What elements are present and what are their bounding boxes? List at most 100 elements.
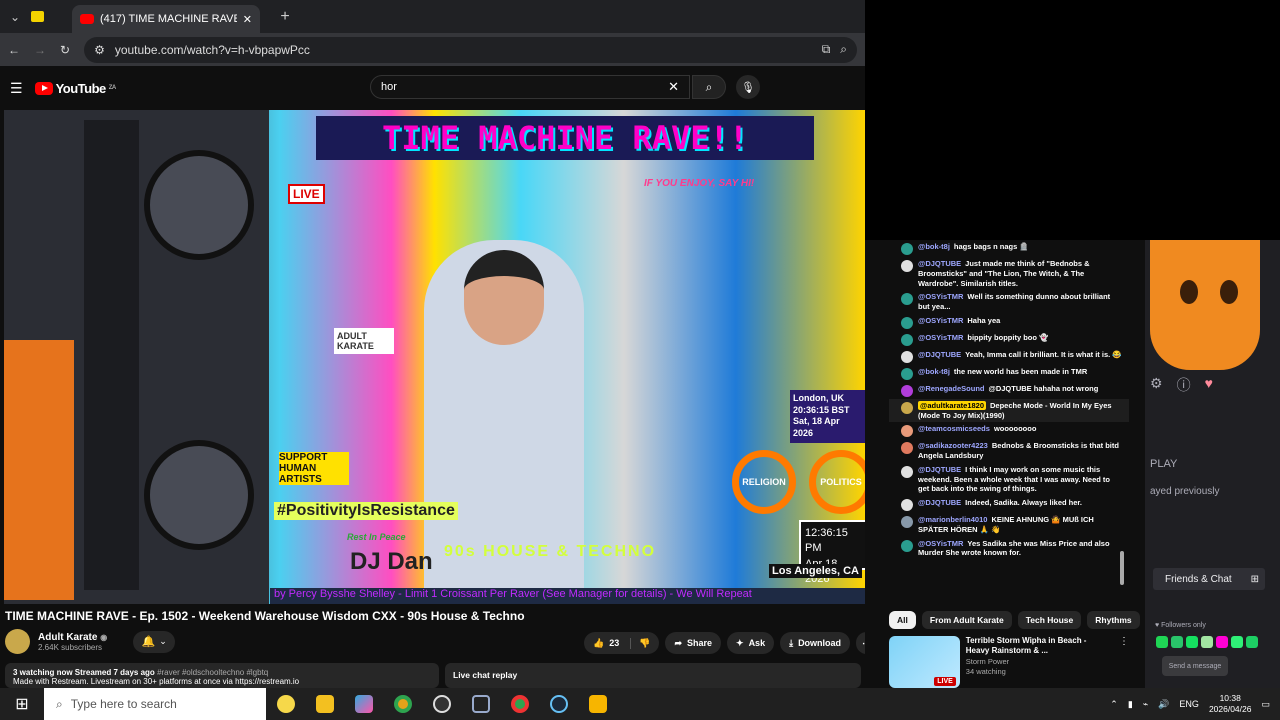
language-indicator[interactable]: ENG (1179, 699, 1199, 709)
obs-icon[interactable] (422, 688, 461, 720)
share-button[interactable]: ➦ Share (665, 632, 722, 654)
chip-from-adult-karate[interactable]: From Adult Karate (921, 611, 1012, 629)
chat-author[interactable]: @DJQTUBE (918, 259, 961, 268)
la-clock: 12:36:15 PM Apr 18, 2026 (799, 520, 865, 585)
subscription-bell-button[interactable]: 🔔 ⌄ (133, 630, 176, 653)
network-app-icon[interactable] (461, 688, 500, 720)
adult-karate-sign: ADULT KARATE (334, 328, 394, 354)
chat-author[interactable]: @DJQTUBE (918, 350, 961, 359)
download-label: Download (798, 638, 842, 648)
youtube-logo[interactable]: YouTube ZA (34, 81, 117, 96)
avatar[interactable] (901, 293, 913, 306)
avatar[interactable] (901, 442, 913, 455)
tab-youtube[interactable]: (417) TIME MACHINE RAVE ✕ (72, 5, 260, 33)
avatar[interactable] (901, 260, 913, 272)
settings-icon[interactable]: ⚙ (1150, 375, 1163, 395)
back-icon[interactable]: ← (8, 43, 20, 57)
chip-all[interactable]: All (889, 611, 916, 629)
more-vert-icon[interactable]: ⋮ (1119, 636, 1129, 688)
cast-icon[interactable]: ⧉ (822, 42, 831, 57)
thumbs-down-icon[interactable]: 👎 (630, 637, 650, 649)
channel-name[interactable]: Adult Karate ◉ (38, 632, 107, 643)
emote-row[interactable] (1156, 636, 1258, 648)
chevron-up-icon[interactable]: ⌃ (1110, 699, 1118, 710)
volume-icon[interactable]: 🔊 (1158, 699, 1169, 710)
chat-author[interactable]: @bok-t8j (918, 242, 950, 251)
avatar[interactable] (901, 499, 913, 511)
download-button[interactable]: ⤓ Download (780, 632, 851, 654)
avatar[interactable] (5, 629, 30, 654)
logo-region: ZA (108, 85, 117, 91)
avatar[interactable] (901, 425, 913, 438)
live-chat-replay-header[interactable]: Live chat replay (445, 663, 861, 688)
windows-start-icon[interactable]: ⊞ (0, 688, 44, 720)
search-button[interactable]: ⌕ (692, 75, 726, 99)
chrome-profile-icon[interactable] (500, 688, 539, 720)
avatar[interactable] (901, 516, 913, 528)
taskbar-search-input[interactable]: ⌕ Type here to search (44, 688, 266, 720)
chat-author[interactable]: @teamcosmicseeds (918, 424, 990, 433)
search-input[interactable]: hor ✕ (370, 75, 690, 99)
notification-icon[interactable]: ▭ (1261, 699, 1270, 710)
avatar[interactable] (901, 243, 913, 255)
chat-scrollbar[interactable] (1120, 551, 1124, 585)
chat-message: @DJQTUBE Indeed, Sadika. Always liked her… (889, 496, 1129, 513)
chat-author[interactable]: @RenegadeSound (918, 384, 985, 393)
forward-icon[interactable]: → (34, 43, 46, 57)
sparkle-app-icon[interactable] (266, 688, 305, 720)
heart-icon[interactable]: ♥ (1205, 375, 1213, 395)
copilot-icon[interactable] (344, 688, 383, 720)
game-app-icon[interactable] (578, 688, 617, 720)
rec-title[interactable]: Terrible Storm Wipha in Beach - Heavy Ra… (966, 636, 1111, 657)
reload-icon[interactable]: ↻ (60, 43, 70, 57)
info-icon[interactable]: ⓘ (1177, 375, 1191, 395)
close-icon[interactable]: ✕ (243, 13, 252, 26)
chip-rhythms[interactable]: Rhythms (1087, 611, 1140, 629)
chat-author[interactable]: @OSYisTMR (918, 316, 963, 325)
site-info-icon[interactable]: ⚙ (94, 43, 105, 57)
taskbar-clock[interactable]: 10:38 2026/04/26 (1209, 693, 1252, 715)
chat-author[interactable]: @DJQTUBE (918, 465, 961, 474)
chat-message: @adultkarate1820 Depeche Mode - World In … (889, 398, 1129, 423)
address-bar: ← → ↻ ⚙ youtube.com/watch?v=h-vbpapwPcc … (0, 33, 865, 66)
chat-author[interactable]: @OSYisTMR (918, 539, 963, 548)
clear-search-icon[interactable]: ✕ (668, 79, 679, 95)
file-explorer-icon[interactable] (305, 688, 344, 720)
chip-tech-house[interactable]: Tech House (1017, 611, 1082, 629)
avatar[interactable] (901, 539, 913, 552)
avatar[interactable] (901, 465, 913, 478)
chat-author[interactable]: @OSYisTMR (918, 292, 963, 301)
zoom-icon[interactable]: ⌕ (840, 42, 847, 57)
chat-author[interactable]: @DJQTUBE (918, 498, 961, 507)
avatar[interactable] (901, 367, 913, 380)
avatar[interactable] (901, 333, 913, 346)
friends-chat-button[interactable]: Friends & Chat ⊞ (1153, 568, 1265, 590)
chat-author[interactable]: @marionberlin4010 (918, 515, 987, 524)
chat-author[interactable]: @adultkarate1820 (918, 400, 987, 410)
send-message-input[interactable]: Send a message (1162, 656, 1228, 676)
new-tab-icon[interactable]: + (274, 6, 296, 28)
ask-button[interactable]: ✦ Ask (727, 632, 775, 654)
chat-author[interactable]: @sadikazooter4223 (918, 441, 988, 450)
hashtags[interactable]: #raver #oldschooltechno #lgbtq (157, 668, 268, 677)
chat-author[interactable]: @OSYisTMR (918, 333, 963, 342)
recommended-video[interactable]: LIVE Terrible Storm Wipha in Beach - Hea… (889, 636, 1129, 688)
url-field[interactable]: ⚙ youtube.com/watch?v=h-vbpapwPcc ⧉ ⌕ (84, 36, 857, 63)
description-box[interactable]: 3 watching now Streamed 7 days ago #rave… (5, 663, 439, 688)
folder-icon[interactable] (26, 6, 48, 28)
menu-icon[interactable]: ☰ (10, 80, 23, 97)
chrome-icon[interactable] (383, 688, 422, 720)
avatar[interactable] (901, 384, 913, 397)
avatar[interactable] (901, 316, 913, 329)
tab-search-icon[interactable]: ⌄ (4, 6, 26, 28)
like-button[interactable]: 👍 23 👎 (584, 632, 660, 654)
battery-icon[interactable]: ▮ (1128, 699, 1133, 710)
avatar[interactable] (901, 350, 913, 363)
avatar[interactable] (901, 401, 913, 414)
network-icon[interactable]: ⌁ (1143, 699, 1148, 710)
steam-icon[interactable] (539, 688, 578, 720)
voice-search-button[interactable]: 🎙 (736, 75, 760, 99)
video-player[interactable]: TIME MACHINE RAVE!! LIVE IF YOU ENJOY, S… (4, 110, 865, 604)
video-thumbnail[interactable]: LIVE (889, 636, 960, 688)
chat-author[interactable]: @bok-t8j (918, 367, 950, 376)
